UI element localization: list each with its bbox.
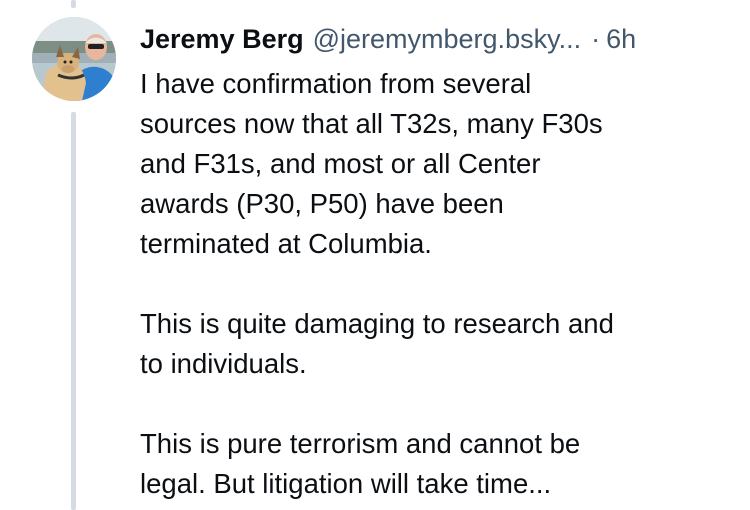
- avatar-photo: [32, 17, 116, 101]
- author-name[interactable]: Jeremy Berg: [140, 20, 304, 58]
- text-line: sources now that all T32s, many F30s: [140, 108, 603, 139]
- author-handle[interactable]: @jeremymberg.bsky...: [313, 20, 581, 58]
- thread-line-top: [71, 0, 76, 8]
- text-line: terminated at Columbia.: [140, 228, 432, 259]
- text-line: legal. But litigation will take time...: [140, 468, 552, 499]
- post-header: Jeremy Berg @jeremymberg.bsky... · 6h: [140, 20, 740, 58]
- text-line: I have confirmation from several: [140, 68, 532, 99]
- text-line: This is pure terrorism and cannot be: [140, 428, 581, 459]
- text-line: and F31s, and most or all Center: [140, 148, 541, 179]
- post-paragraph: This is pure terrorism and cannot be leg…: [140, 424, 740, 504]
- text-line: This is quite damaging to research and: [140, 308, 614, 339]
- text-line: awards (P30, P50) have been: [140, 188, 504, 219]
- separator-dot: ·: [591, 24, 601, 54]
- post-paragraph: This is quite damaging to research and t…: [140, 304, 740, 384]
- avatar[interactable]: [32, 17, 116, 101]
- post[interactable]: Jeremy Berg @jeremymberg.bsky... · 6h I …: [140, 20, 740, 504]
- post-paragraph: I have confirmation from several sources…: [140, 64, 740, 264]
- thread-line-bottom: [71, 112, 76, 510]
- post-timestamp[interactable]: 6h: [606, 20, 636, 58]
- text-line: to individuals.: [140, 348, 307, 379]
- post-text: I have confirmation from several sources…: [140, 64, 740, 504]
